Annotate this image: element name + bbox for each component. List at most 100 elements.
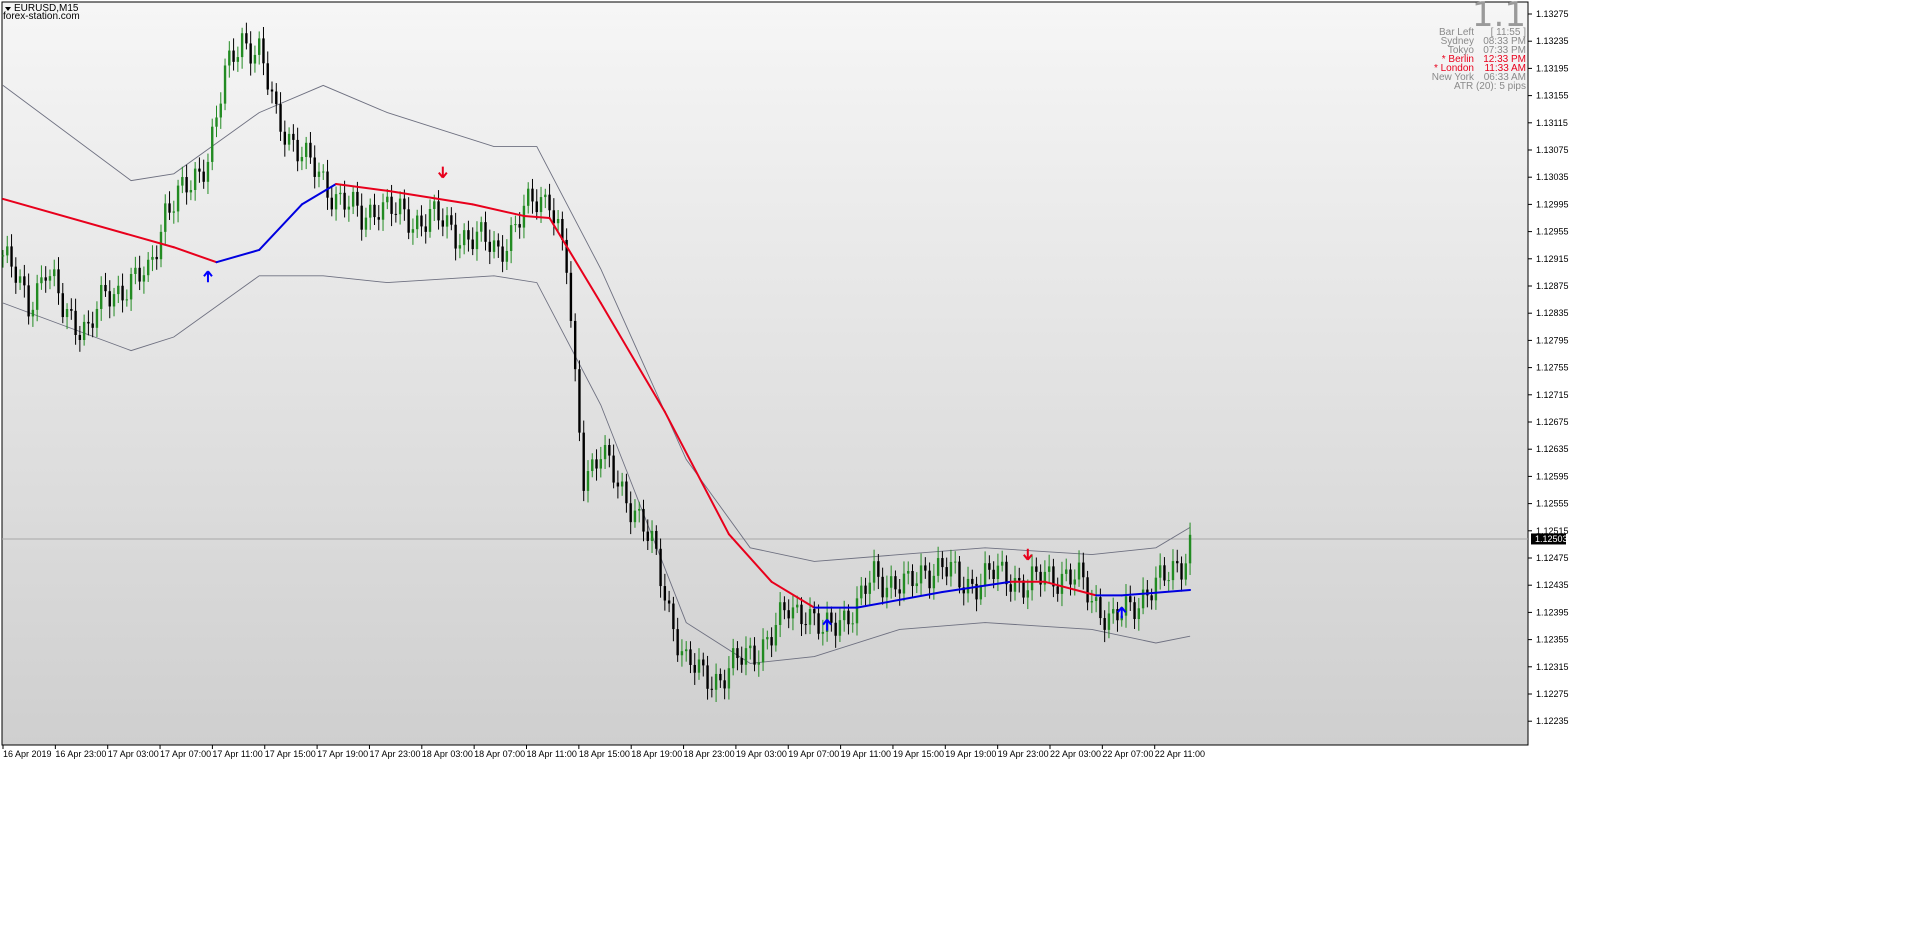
candle-body [1137, 608, 1141, 620]
candle-body [100, 284, 103, 309]
candle-body [223, 65, 227, 104]
candle-body [1176, 561, 1179, 564]
candle-body [441, 220, 445, 227]
candle-body [646, 531, 649, 541]
candle-body [749, 645, 752, 649]
candle-body [599, 459, 602, 469]
candle-body [902, 573, 906, 594]
candle-body [164, 203, 167, 232]
candle-body [394, 213, 398, 215]
candle-body [603, 445, 607, 460]
candle-body [689, 649, 692, 665]
candle-body [232, 50, 235, 62]
candle-body [578, 369, 581, 433]
candle-body [885, 587, 889, 598]
time-tick-label: 22 Apr 03:00 [1050, 749, 1101, 759]
candle-body [1094, 597, 1098, 601]
candle-body [1184, 563, 1187, 580]
chart-window[interactable]: 1.13275 1.13235 1.13195 1.13155 1.13115 1.130… [0, 0, 1916, 933]
candle-body [70, 309, 73, 311]
candle-body [1090, 600, 1094, 603]
candle-body [582, 432, 585, 491]
candle-body [655, 530, 658, 549]
candle-body [411, 229, 415, 233]
candle-body [783, 602, 786, 611]
candle-body [800, 604, 803, 625]
candle-body [61, 293, 64, 318]
candle-body [954, 561, 957, 563]
candle-body [821, 631, 825, 634]
candle-body [659, 548, 662, 587]
candle-body [573, 320, 577, 370]
candle-body [787, 610, 790, 619]
candle-body [1107, 613, 1111, 630]
candle-body [936, 558, 940, 576]
candle-body [509, 225, 513, 251]
price-tick-label: 1.12995 [1536, 199, 1569, 209]
candle-body [206, 161, 210, 182]
candle-body [1056, 586, 1059, 594]
candle-body [253, 54, 257, 64]
price-tick-label: 1.12395 [1536, 607, 1569, 617]
candle-body [14, 266, 18, 283]
candle-body [941, 558, 944, 568]
time-axis[interactable]: 16 Apr 2019 16 Apr 23:00 17 Apr 03:00 17 Ap… [2, 745, 1205, 759]
time-tick-label: 17 Apr 15:00 [265, 749, 316, 759]
candle-body [847, 610, 850, 625]
symbol-header[interactable]: EURUSD,M15 forex-station.com [3, 3, 80, 22]
candle-body [313, 157, 316, 177]
candle-body [309, 142, 312, 158]
candle-body [351, 191, 355, 207]
candle-body [620, 481, 624, 487]
candle-body [834, 622, 837, 636]
candle-body [907, 570, 910, 574]
candle-body [851, 623, 854, 625]
candle-body [1099, 597, 1102, 619]
candle-body [1005, 561, 1008, 585]
candle-body [211, 126, 214, 162]
candle-body [740, 658, 743, 665]
candle-body [1141, 589, 1145, 609]
candle-body [249, 43, 252, 64]
candle-body [527, 188, 530, 206]
time-tick-label: 19 Apr 07:00 [788, 749, 839, 759]
candle-body [966, 578, 970, 594]
candle-body [364, 217, 368, 230]
candle-body [467, 230, 470, 240]
candle-body [544, 194, 547, 198]
candle-body [360, 205, 363, 230]
price-tick-label: 1.12755 [1536, 363, 1569, 373]
candle-body [275, 91, 278, 105]
candle-body [676, 629, 679, 656]
time-tick-label: 17 Apr 07:00 [160, 749, 211, 759]
candle-body [770, 637, 773, 646]
candle-body [185, 177, 188, 193]
candle-body [706, 665, 709, 689]
candle-body [616, 482, 620, 487]
candle-body [988, 563, 991, 570]
candle-body [121, 285, 124, 301]
candle-body [236, 57, 240, 62]
candle-body [193, 168, 197, 190]
candle-body [945, 567, 948, 577]
candle-body [1133, 602, 1136, 620]
candle-body [373, 204, 376, 218]
candle-body [104, 284, 107, 292]
candle-body [82, 321, 86, 340]
time-tick-label: 17 Apr 03:00 [108, 749, 159, 759]
candle-body [1077, 562, 1081, 580]
candle-body [424, 226, 427, 232]
candle-body [1171, 561, 1175, 581]
candle-body [971, 578, 974, 584]
candle-body [433, 201, 436, 209]
candle-body [757, 662, 760, 665]
candle-body [480, 222, 483, 232]
candle-body [279, 104, 282, 132]
candle-body [894, 576, 897, 590]
candle-body [168, 203, 171, 213]
candle-body [108, 291, 111, 307]
price-tick-label: 1.13115 [1536, 118, 1568, 128]
price-tick-label: 1.12795 [1536, 335, 1569, 345]
price-tick-label: 1.12635 [1536, 444, 1569, 454]
price-axis[interactable]: 1.13275 1.13235 1.13195 1.13155 1.13115 1.130… [1528, 9, 1569, 726]
